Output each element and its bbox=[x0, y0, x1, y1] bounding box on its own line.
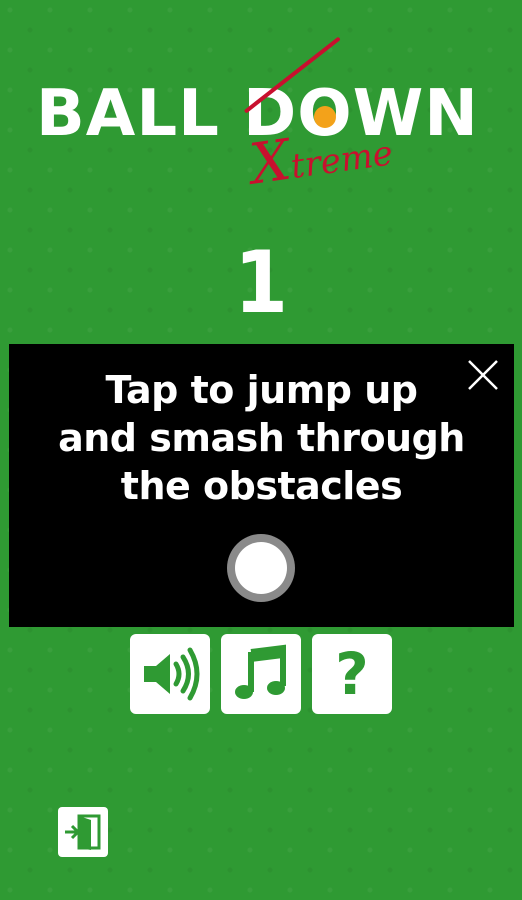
subtitle-initial: X bbox=[246, 127, 295, 198]
tutorial-panel: Tap to jump up and smash through the obs… bbox=[9, 344, 514, 627]
music-note-icon bbox=[235, 644, 286, 699]
tutorial-line-1: Tap to jump up bbox=[105, 368, 418, 412]
tutorial-line-2: and smash through bbox=[58, 416, 465, 460]
orange-ball-dot bbox=[313, 106, 336, 128]
speaker-icon bbox=[144, 647, 200, 701]
tutorial-line-3: the obstacles bbox=[120, 464, 403, 508]
question-mark-icon: ? bbox=[335, 640, 369, 708]
score-display: 1 bbox=[234, 233, 288, 333]
exit-button[interactable] bbox=[58, 807, 108, 857]
tutorial-text: Tap to jump up and smash through the obs… bbox=[9, 366, 514, 510]
menu-button-row: ? bbox=[130, 634, 392, 714]
help-button[interactable]: ? bbox=[312, 634, 392, 714]
exit-door-icon bbox=[65, 814, 101, 850]
music-button[interactable] bbox=[221, 634, 301, 714]
tap-ball-icon bbox=[227, 534, 295, 602]
sound-button[interactable] bbox=[130, 634, 210, 714]
